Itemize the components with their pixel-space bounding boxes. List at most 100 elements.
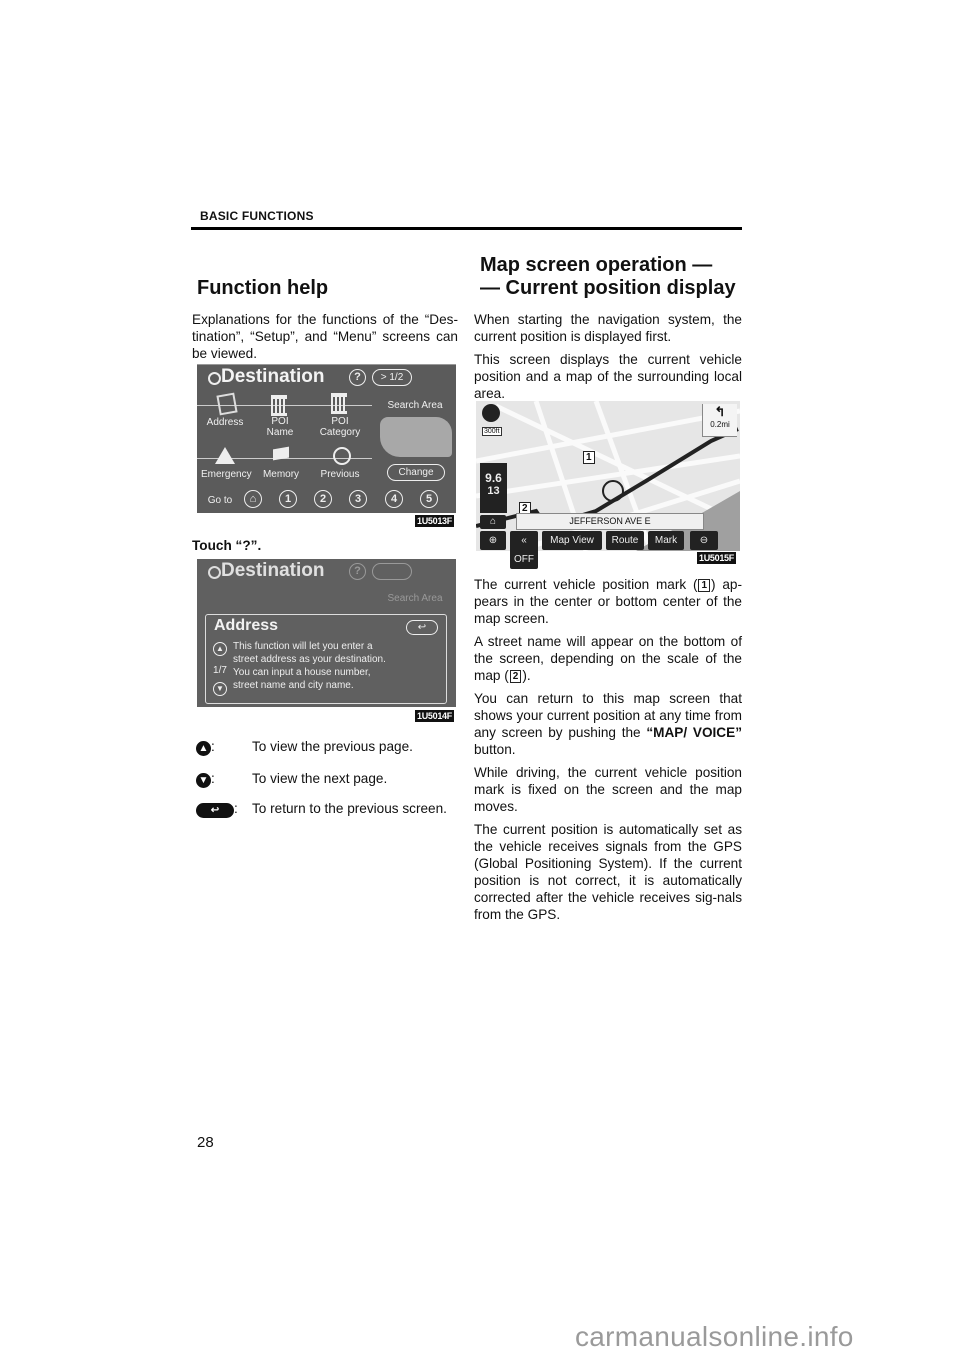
legend-colon: :: [211, 739, 215, 754]
dialog-title: Address: [214, 617, 279, 634]
map-voice-button-ref: “MAP/ VOICE”: [646, 725, 742, 740]
page-down-icon: ▼: [196, 773, 211, 788]
time-value: 13: [487, 485, 500, 497]
dialog-line: You can input a house number,: [233, 667, 371, 678]
destination-pin-icon: [208, 566, 221, 579]
dialog-line: This function will let you enter a: [233, 641, 373, 652]
page-up-button[interactable]: ▲: [213, 642, 227, 656]
menu-label: Address: [206, 417, 244, 428]
dialog-line: street name and city name.: [233, 680, 354, 691]
off-label: OFF: [514, 554, 534, 565]
legend-next-page: ▼: To view the next page.: [196, 771, 387, 788]
goto-home-button[interactable]: ⌂: [244, 490, 262, 508]
paragraph-6: While driving, the current vehicle posit…: [474, 765, 742, 814]
legend-return: ↩: To return to the previous screen.: [196, 801, 447, 818]
search-area-label-faded: Search Area: [387, 593, 443, 604]
figure-destination-screen: Destination ? > 1/2 Address POI Name POI…: [197, 364, 456, 513]
goto-5-button[interactable]: 5: [420, 490, 438, 508]
street-name-bar: JEFFERSON AVE E: [516, 513, 704, 530]
menu-label: Memory: [262, 469, 300, 480]
paragraph-3: The current vehicle position mark (1) ap…: [474, 576, 742, 627]
menu-item-emergency[interactable]: Emergency: [201, 445, 252, 485]
paragraph-2: This screen displays the current vehicle…: [474, 352, 742, 401]
legend-text: To view the next page.: [252, 771, 388, 786]
map-view-button[interactable]: Map View: [542, 531, 602, 550]
mark-button[interactable]: Mark: [648, 531, 684, 550]
menu-label: POI Name: [266, 416, 294, 438]
goto-2-button[interactable]: 2: [314, 490, 332, 508]
previous-destinations-icon: [333, 447, 351, 465]
dialog-line: street address as your destination.: [233, 654, 386, 665]
figure-code: 1U5015F: [697, 552, 736, 564]
help-button-disabled: ?: [349, 563, 366, 580]
return-button[interactable]: ↩: [406, 620, 438, 635]
distance-value: 9.6: [485, 471, 502, 485]
menu-item-previous[interactable]: Previous: [317, 445, 363, 485]
address-book-icon: [216, 392, 238, 416]
text: The current vehicle position mark (: [474, 577, 698, 592]
menu-item-poi-name[interactable]: POI Name: [259, 391, 301, 438]
page-indicator: 1/7: [213, 665, 227, 676]
page-number: 28: [197, 1134, 214, 1151]
off-button[interactable]: « OFF: [510, 531, 538, 569]
turn-distance: 0.2mi: [710, 420, 730, 429]
right-intro: When starting the navigation system, the…: [474, 311, 742, 408]
heading-line-1: Map screen operation —: [480, 254, 713, 276]
menu-item-memory[interactable]: Memory: [259, 445, 303, 485]
figure-code: 1U5014F: [415, 710, 454, 722]
poi-category-icon: [331, 393, 347, 414]
paragraph-7: The current position is automatically se…: [474, 822, 742, 922]
goto-4-button[interactable]: 4: [385, 490, 403, 508]
screen-title: Destination: [221, 366, 325, 387]
figure-map-screen: 300ft ↰ 0.2mi 9.6 13 1 2 ⌂ JEFFERSON AVE…: [476, 401, 740, 569]
destination-pin-icon: [208, 372, 221, 385]
poi-building-icon: [271, 395, 287, 416]
warning-triangle-icon: [215, 447, 235, 464]
page-button-disabled: [372, 563, 412, 580]
callout-ref-2: 2: [509, 670, 522, 683]
paragraph-1: When starting the navigation system, the…: [474, 312, 742, 344]
heading-line-2: — Current position display: [480, 277, 736, 299]
search-area-label: Search Area: [387, 400, 443, 411]
figure-help-screen: Destination ? Search Area Address ↩ ▲ 1/…: [197, 559, 456, 707]
watermark: carmanualsonline.info: [575, 1321, 854, 1352]
menu-item-address[interactable]: Address: [205, 391, 245, 431]
change-button[interactable]: Change: [387, 464, 445, 481]
callout-1: 1: [583, 451, 595, 464]
menu-item-poi-category[interactable]: POI Category: [315, 391, 365, 438]
distance-time-panel: 9.6 13: [480, 463, 507, 513]
menu-label: Previous: [320, 469, 360, 480]
legend-text: To view the previous page.: [252, 739, 413, 754]
goto-3-button[interactable]: 3: [349, 490, 367, 508]
header-divider: [191, 227, 742, 230]
turn-arrow-icon: ↰: [714, 404, 726, 419]
section-header: BASIC FUNCTIONS: [200, 209, 314, 223]
heading-map-screen-operation: Map screen operation — — Current positio…: [480, 254, 736, 300]
zoom-out-button[interactable]: ⊖: [690, 531, 718, 550]
page-down-button[interactable]: ▼: [213, 682, 227, 696]
text: ).: [522, 668, 531, 683]
paragraph-4: A street name will appear on the bottom …: [474, 633, 742, 684]
page-button[interactable]: > 1/2: [372, 369, 412, 386]
turn-distance-box: ↰ 0.2mi: [702, 404, 737, 437]
menu-label: Emergency: [201, 469, 252, 480]
figure-code: 1U5013F: [415, 515, 454, 527]
compass-icon[interactable]: [482, 404, 500, 422]
heading-function-help: Function help: [197, 277, 329, 299]
intro-text: Explanations for the functions of the “D…: [192, 312, 458, 361]
north-up-button[interactable]: ⌂: [480, 515, 506, 529]
zoom-in-button[interactable]: ⊕: [480, 531, 506, 550]
map-scale[interactable]: 300ft: [482, 427, 502, 436]
callout-ref-1: 1: [698, 579, 711, 592]
goto-1-button[interactable]: 1: [279, 490, 297, 508]
intro-paragraph: Explanations for the functions of the “D…: [192, 311, 458, 368]
page-up-icon: ▲: [196, 741, 211, 756]
dialog-text: This function will let you enter a stree…: [233, 640, 386, 692]
instruction-text: Touch “?”.: [192, 538, 262, 553]
flag-icon: [273, 446, 289, 461]
text: button.: [474, 742, 516, 757]
legend-text: To return to the previous screen.: [252, 801, 447, 816]
route-button[interactable]: Route: [606, 531, 644, 550]
help-button[interactable]: ?: [349, 369, 366, 386]
search-area-map[interactable]: [380, 417, 452, 457]
